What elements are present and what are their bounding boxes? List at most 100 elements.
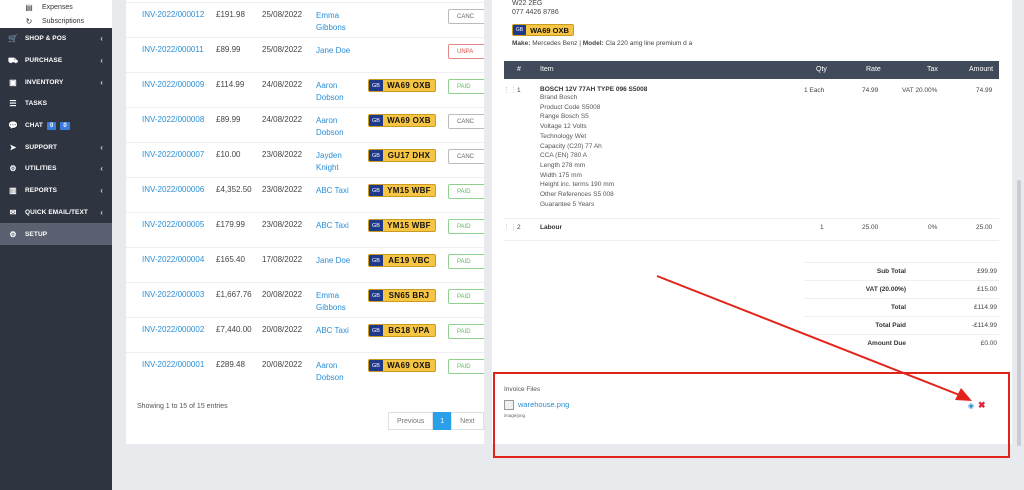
invoice-number-link[interactable]: INV-2022/000009: [142, 80, 204, 89]
status-badge: UNPA: [448, 44, 484, 59]
refresh-icon: ↻: [25, 16, 33, 26]
chevron-left-icon: ‹: [100, 56, 103, 66]
drag-handle-icon[interactable]: ⋮⋮: [503, 86, 517, 94]
customer-link[interactable]: Jayden Knight: [316, 150, 366, 174]
sidebar-item-label: SETUP: [25, 230, 48, 238]
customer-link[interactable]: Aaron Dobson: [316, 360, 366, 384]
plate-country: GB: [369, 220, 383, 231]
customer-link[interactable]: Jane Doe: [316, 255, 366, 267]
sidebar-item-inventory[interactable]: ▣ INVENTORY ‹: [0, 71, 112, 93]
sidebar-item-tasks[interactable]: ☰ TASKS: [0, 93, 112, 115]
status-badge: CANC: [448, 9, 484, 24]
sidebar-item-purchase[interactable]: ⛟ PURCHASE ‹: [0, 50, 112, 72]
total-value: £114.99: [973, 304, 997, 311]
plate-registration: WA69 OXB: [530, 25, 569, 35]
invoice-number-link[interactable]: INV-2022/000005: [142, 220, 204, 229]
sidebar-item-chat[interactable]: 💬 CHAT 0 0: [0, 115, 112, 137]
sidebar-subitem-label: Subscriptions: [42, 17, 85, 25]
customer-link[interactable]: Aaron Dobson: [316, 80, 366, 104]
plate-registration: YM15 WBF: [387, 221, 431, 230]
plate-country: GB: [369, 185, 383, 196]
customer-link[interactable]: Emma Gibbons: [316, 290, 366, 314]
plate-registration: BG18 VPA: [388, 326, 430, 335]
customer-link[interactable]: ABC Taxi: [316, 325, 366, 337]
sidebar-item-label: REPORTS: [25, 187, 58, 195]
invoice-amount: £179.99: [216, 220, 245, 229]
item-description-line: Length 278 mm: [540, 161, 586, 169]
invoice-number-link[interactable]: INV-2022/000003: [142, 290, 204, 299]
item-tax: VAT 20.00%: [902, 87, 938, 94]
total-label: Total: [890, 304, 906, 311]
invoice-date: 20/08/2022: [262, 290, 303, 299]
sidebar-subitem-expenses[interactable]: ▤ Expenses: [0, 0, 112, 14]
vehicle-plate: GB WA69 OXB: [368, 359, 436, 372]
next-page-button[interactable]: Next: [451, 412, 484, 430]
invoice-number-link[interactable]: INV-2022/000004: [142, 255, 204, 264]
invoice-number-link[interactable]: INV-2022/000006: [142, 185, 204, 194]
total-value: £0.00: [980, 340, 997, 347]
customer-link[interactable]: Emma Gibbons: [316, 10, 366, 34]
total-row: Amount Due £0.00: [804, 334, 999, 352]
table-row: INV-2022/000012 £191.98 25/08/2022 Emma Gib…: [126, 2, 484, 37]
sidebar-item-utilities[interactable]: ⚙ UTILITIES ‹: [0, 158, 112, 180]
sidebar-item-label: CHAT: [25, 122, 43, 130]
total-label: Amount Due: [867, 340, 906, 347]
sidebar-item-reports[interactable]: ▥ REPORTS ‹: [0, 180, 112, 202]
customer-link[interactable]: ABC Taxi: [316, 220, 366, 232]
customer-link[interactable]: Aaron Dobson: [316, 115, 366, 139]
total-label: VAT (20.00%): [865, 286, 906, 293]
col-item: Item: [540, 66, 554, 73]
invoice-date: 23/08/2022: [262, 185, 303, 194]
sidebar-item-quick-email-text[interactable]: ✉ QUICK EMAIL/TEXT ‹: [0, 202, 112, 224]
item-description-line: Voltage 12 Volts: [540, 123, 587, 131]
sidebar-subitem-label: Expenses: [42, 3, 73, 11]
table-row: INV-2022/000011 £89.99 25/08/2022 Jane Doe U…: [126, 37, 484, 72]
drag-handle-icon[interactable]: ⋮⋮: [503, 223, 517, 231]
page-scrollbar[interactable]: [1017, 180, 1021, 446]
invoice-date: 25/08/2022: [262, 10, 303, 19]
item-description-line: CCA (EN) 780 A: [540, 152, 587, 160]
customer-link[interactable]: ABC Taxi: [316, 185, 366, 197]
invoice-list-panel: INV-2022/000012 £191.98 25/08/2022 Emma Gib…: [126, 0, 484, 444]
item-name: Labour: [540, 224, 563, 231]
item-description-lines: Brand Bosch Product Code S5008 Range Bosch…: [540, 93, 790, 209]
sidebar-item-label: INVENTORY: [25, 78, 64, 86]
current-page-button[interactable]: 1: [433, 412, 452, 430]
invoice-number-link[interactable]: INV-2022/000011: [142, 45, 204, 54]
sidebar-item-label: SUPPORT: [25, 143, 58, 151]
sidebar-subitem-subscriptions[interactable]: ↻ Subscriptions: [0, 14, 112, 28]
table-row: INV-2022/000002 £7,440.00 20/08/2022 ABC Ta…: [126, 317, 484, 352]
status-badge: CANC: [448, 114, 484, 129]
sidebar-item-support[interactable]: ➤ SUPPORT ‹: [0, 136, 112, 158]
total-row: Total £114.99: [804, 298, 999, 316]
invoice-number-link[interactable]: INV-2022/000012: [142, 10, 204, 19]
invoice-number-link[interactable]: INV-2022/000007: [142, 150, 204, 159]
total-label: Sub Total: [876, 268, 906, 275]
chevron-left-icon: ‹: [100, 34, 103, 44]
customer-link[interactable]: Jane Doe: [316, 45, 366, 57]
vehicle-plate: GB AE19 VBC: [368, 254, 436, 267]
vehicle-plate: GB SN65 BRJ: [368, 289, 436, 302]
invoice-number-link[interactable]: INV-2022/000001: [142, 360, 204, 369]
plate-registration: WA69 OXB: [387, 116, 431, 125]
plate-country: GB: [369, 290, 383, 301]
vehicle-plate: GB WA69 OXB: [368, 114, 436, 127]
item-description-line: Range Bosch S5: [540, 113, 589, 121]
invoice-number-link[interactable]: INV-2022/000002: [142, 325, 204, 334]
item-number: 2: [517, 224, 521, 231]
chevron-left-icon: ‹: [100, 142, 103, 152]
previous-page-button[interactable]: Previous: [388, 412, 434, 430]
item-tax: 0%: [928, 224, 938, 231]
customer-postcode: W22 2EG: [512, 0, 543, 7]
vehicle-plate: GB GU17 DHX: [368, 149, 436, 162]
vehicle-plate: GB YM15 WBF: [368, 184, 436, 197]
chat-icon: 💬: [8, 121, 19, 131]
invoice-number-link[interactable]: INV-2022/000008: [142, 115, 204, 124]
sidebar: ▤ Expenses ↻ Subscriptions 🛒 SHOP & POS ‹ ⛟…: [0, 0, 112, 490]
item-description-line: Product Code S5008: [540, 103, 601, 111]
table-row: INV-2022/000004 £165.40 17/08/2022 Jane Doe…: [126, 247, 484, 282]
sidebar-item-setup[interactable]: ⚙ SETUP: [0, 223, 112, 245]
col-rate: Rate: [866, 66, 881, 73]
sidebar-item-shop-pos[interactable]: 🛒 SHOP & POS ‹: [0, 28, 112, 50]
status-badge: PAID: [448, 324, 484, 339]
